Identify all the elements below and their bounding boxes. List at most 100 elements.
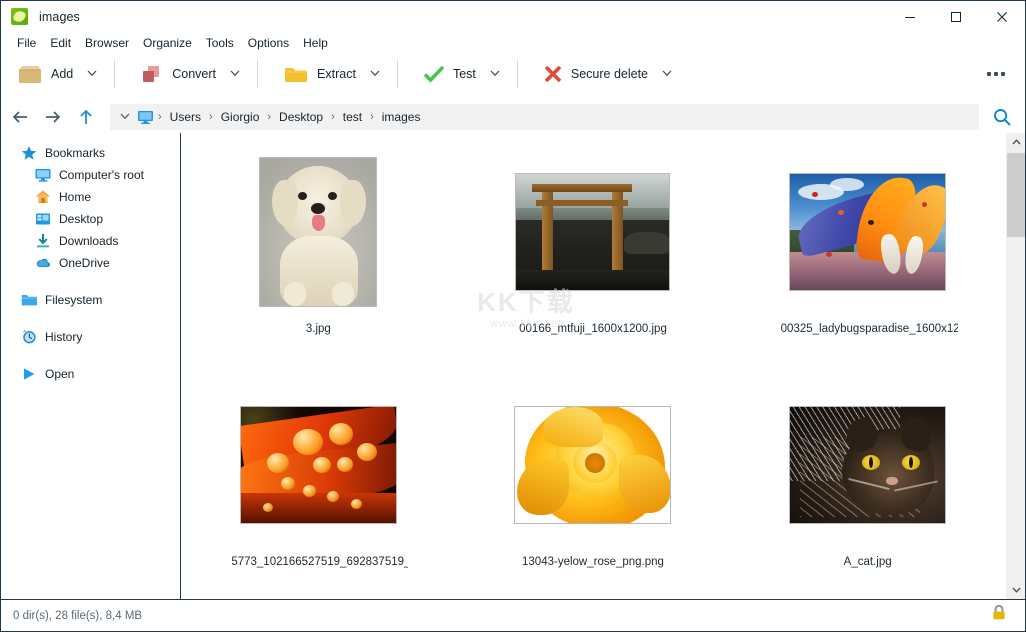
file-item[interactable]: 5773_102166527519_692837519_2040793_2... <box>181 366 456 599</box>
test-dropdown-button[interactable] <box>484 56 506 92</box>
menu-edit[interactable]: Edit <box>43 34 78 52</box>
chevron-down-icon <box>87 70 97 77</box>
menu-options[interactable]: Options <box>241 34 296 52</box>
sidebar-item-filesystem[interactable]: Filesystem <box>1 289 180 311</box>
star-icon <box>21 145 37 161</box>
toolbar-separator-2 <box>257 60 258 88</box>
sidebar-label: Desktop <box>59 212 103 226</box>
breadcrumb-desktop[interactable]: Desktop <box>272 107 330 127</box>
test-button-label: Test <box>453 67 476 81</box>
sidebar-item-open[interactable]: Open <box>1 363 180 385</box>
secure-delete-button[interactable]: Secure delete <box>533 56 656 92</box>
sidebar-label: Downloads <box>59 234 118 248</box>
close-button[interactable] <box>979 1 1025 32</box>
close-icon <box>996 11 1008 23</box>
extract-button[interactable]: Extract <box>273 56 364 92</box>
chevron-up-icon <box>1012 139 1021 145</box>
file-name: 13043-yelow_rose_png.png <box>519 555 667 569</box>
toolbar-separator-3 <box>397 60 398 88</box>
thumbnail-yellow-rose-photo[interactable] <box>514 406 671 524</box>
file-name: 00325_ladybugsparadise_1600x1200.jpg <box>778 322 958 336</box>
menu-organize[interactable]: Organize <box>136 34 199 52</box>
file-list-pane[interactable]: 3.jpg <box>181 133 1025 599</box>
breadcrumb-test[interactable]: test <box>336 107 369 127</box>
peazip-pea-icon <box>11 8 28 25</box>
file-item[interactable]: 3.jpg <box>181 133 456 366</box>
thumbnail-container <box>775 147 961 317</box>
home-icon <box>35 189 51 205</box>
thumbnail-container <box>225 380 411 550</box>
menu-tools[interactable]: Tools <box>199 34 241 52</box>
sidebar-item-onedrive[interactable]: OneDrive <box>1 252 180 274</box>
menu-help[interactable]: Help <box>296 34 335 52</box>
status-summary: 0 dir(s), 28 file(s), 8,4 MB <box>13 610 142 622</box>
breadcrumb-images[interactable]: images <box>375 107 428 127</box>
thumbnail-waterdrops-photo[interactable] <box>240 406 397 524</box>
sidebar-item-desktop[interactable]: Desktop <box>1 208 180 230</box>
ellipsis-icon-dot <box>1001 72 1005 76</box>
toolbar-group-test: Test <box>407 53 506 95</box>
file-item[interactable]: 00325_ladybugsparadise_1600x1200.jpg <box>730 133 1005 366</box>
chevron-down-icon <box>120 113 130 120</box>
back-button[interactable] <box>6 103 34 131</box>
sidebar-item-bookmarks[interactable]: Bookmarks <box>1 142 180 164</box>
encryption-status-button[interactable] <box>989 603 1009 628</box>
convert-button-label: Convert <box>172 67 216 81</box>
breadcrumb-bar[interactable]: › Users › Giorgio › Desktop › test › ima… <box>110 104 979 130</box>
file-item[interactable]: 00166_mtfuji_1600x1200.jpg <box>456 133 731 366</box>
add-button[interactable]: Add <box>7 56 81 92</box>
forward-button[interactable] <box>39 103 67 131</box>
chevron-down-icon <box>662 70 672 77</box>
convert-button[interactable]: Convert <box>130 56 224 92</box>
test-button[interactable]: Test <box>413 56 484 92</box>
maximize-icon <box>950 11 962 23</box>
sidebar-label: Computer's root <box>59 168 144 182</box>
up-button[interactable] <box>72 103 100 131</box>
file-item[interactable]: 13043-yelow_rose_png.png <box>456 366 731 599</box>
sidebar-label: Home <box>59 190 91 204</box>
toolbar-group-secure-delete: Secure delete <box>527 53 678 95</box>
sidebar-item-downloads[interactable]: Downloads <box>1 230 180 252</box>
file-name: 5773_102166527519_692837519_2040793_2... <box>228 555 408 569</box>
file-name: 3.jpg <box>303 322 334 336</box>
toolbar-group-convert: Convert <box>124 53 246 95</box>
path-history-dropdown[interactable] <box>116 106 134 128</box>
breadcrumb-users[interactable]: Users <box>163 107 208 127</box>
thumbnail-container <box>775 380 961 550</box>
file-item[interactable]: A_cat.jpg <box>730 366 1005 599</box>
chevron-down-icon <box>490 70 500 77</box>
minimize-button[interactable] <box>887 1 933 32</box>
toolbar-overflow-button[interactable] <box>981 59 1011 89</box>
convert-dropdown-button[interactable] <box>224 56 246 92</box>
thumbnail-mtfuji-photo[interactable] <box>515 173 670 291</box>
toolbar-separator-4 <box>517 60 518 88</box>
scrollbar-thumb[interactable] <box>1007 153 1025 237</box>
green-check-icon <box>423 64 445 84</box>
sidebar-label: Filesystem <box>45 293 102 307</box>
add-dropdown-button[interactable] <box>81 56 103 92</box>
extract-dropdown-button[interactable] <box>364 56 386 92</box>
search-button[interactable] <box>985 102 1019 132</box>
breadcrumb-giorgio[interactable]: Giorgio <box>214 107 267 127</box>
menu-file[interactable]: File <box>10 34 43 52</box>
download-icon <box>35 233 51 249</box>
thumbnail-cat-photo[interactable] <box>789 406 946 524</box>
address-bar: › Users › Giorgio › Desktop › test › ima… <box>1 100 1025 133</box>
sidebar-item-computers-root[interactable]: Computer's root <box>1 164 180 186</box>
sidebar-item-history[interactable]: History <box>1 326 180 348</box>
menu-browser[interactable]: Browser <box>78 34 136 52</box>
scroll-up-button[interactable] <box>1006 133 1025 151</box>
vertical-scrollbar[interactable] <box>1005 133 1025 599</box>
arrow-up-icon <box>78 108 94 126</box>
scroll-down-button[interactable] <box>1006 581 1025 599</box>
thumbnail-grid: 3.jpg <box>181 133 1005 599</box>
sidebar-item-home[interactable]: Home <box>1 186 180 208</box>
status-bar: 0 dir(s), 28 file(s), 8,4 MB <box>1 599 1025 631</box>
sidebar-label: OneDrive <box>59 256 110 270</box>
red-x-icon <box>543 64 563 84</box>
maximize-button[interactable] <box>933 1 979 32</box>
thumbnail-puppy-photo[interactable] <box>259 157 377 307</box>
thumbnail-ladybugs-photo[interactable] <box>789 173 946 291</box>
breadcrumb-root-button[interactable] <box>137 109 154 125</box>
secure-delete-dropdown-button[interactable] <box>656 56 678 92</box>
